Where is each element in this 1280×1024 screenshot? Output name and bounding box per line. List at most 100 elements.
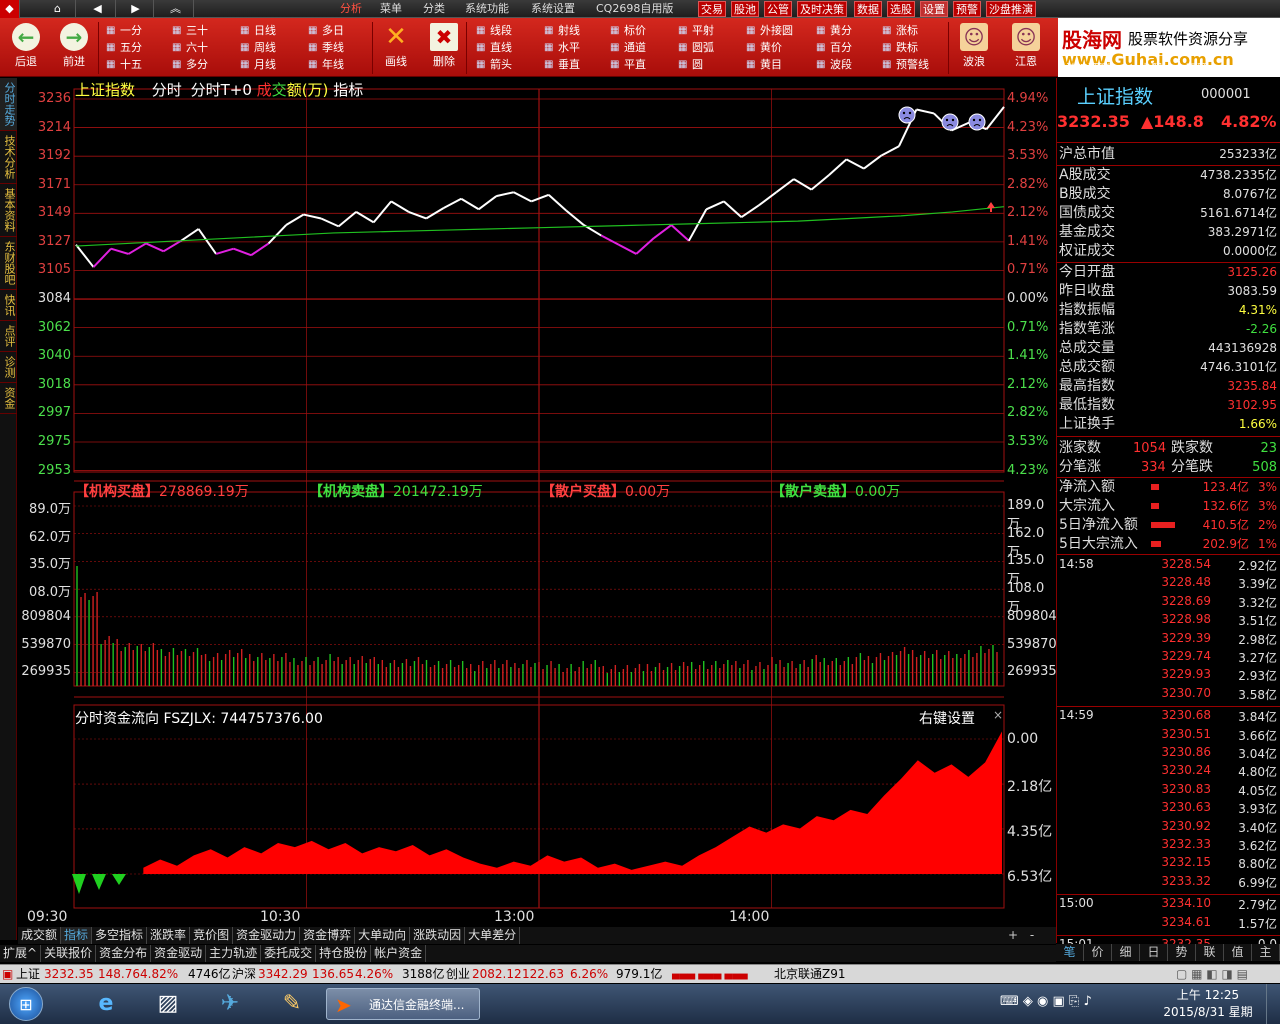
start-orb-icon[interactable]: ⊞ <box>0 987 52 1021</box>
period-2-0[interactable]: 日线 <box>238 22 276 39</box>
indicator-tab-0[interactable]: 成交额 <box>18 927 62 944</box>
indicator-tab-2[interactable]: 多空指标 <box>92 927 148 944</box>
draw-line-button[interactable]: ✕ 画线 <box>376 21 416 75</box>
taskbar-window-tdx[interactable]: ➤ 通达信金融终端... <box>326 988 480 1020</box>
page-down-button[interactable]: 下翻 <box>1186 60 1208 76</box>
tab-decision[interactable]: 及时决策 <box>797 1 847 17</box>
gann-button[interactable]: ☺ 江恩 <box>1000 21 1052 75</box>
period-0-0[interactable]: 一分 <box>104 22 142 39</box>
indicator-tab-8[interactable]: 涨跌动因 <box>410 927 466 944</box>
collapse-icon[interactable]: ︽ <box>158 0 194 18</box>
intraday-chart[interactable] <box>17 78 1055 930</box>
signal-face-icon[interactable] <box>941 113 959 131</box>
tab-data[interactable]: 数据 <box>854 1 882 17</box>
period-3-1[interactable]: 季线 <box>306 39 344 56</box>
draw-tool-2-1[interactable]: 通道 <box>608 39 646 56</box>
tab-trade[interactable]: 交易 <box>698 1 726 17</box>
ext-tab-6[interactable]: 持仓股份 <box>316 945 372 962</box>
draw-tool-2-2[interactable]: 平直 <box>608 56 646 73</box>
close-icon[interactable]: × <box>993 708 1003 722</box>
tab-announcement[interactable]: 公管 <box>764 1 792 17</box>
draw-tool-5-2[interactable]: 波段 <box>814 56 852 73</box>
ext-tab-7[interactable]: 帐户资金 <box>371 945 427 962</box>
draw-tool-2-0[interactable]: 标价 <box>608 22 646 39</box>
draw-tool-0-2[interactable]: 箭头 <box>474 56 512 73</box>
draw-tool-0-1[interactable]: 直线 <box>474 39 512 56</box>
quote-tab-4[interactable]: 势 <box>1168 944 1196 961</box>
draw-tool-4-0[interactable]: 外接圆 <box>744 22 793 39</box>
draw-tool-3-0[interactable]: 平射 <box>676 22 714 39</box>
tab-sandbox[interactable]: 沙盘推演 <box>986 1 1036 17</box>
indicator-tab-3[interactable]: 涨跌率 <box>147 927 191 944</box>
tab-alert[interactable]: 预警 <box>953 1 981 17</box>
quote-tab-3[interactable]: 日 <box>1140 944 1168 961</box>
ext-tab-2[interactable]: 资金分布 <box>96 945 152 962</box>
ext-tab-0[interactable]: 扩展^ <box>0 945 42 962</box>
draw-tool-1-2[interactable]: 垂直 <box>542 56 580 73</box>
ext-tab-5[interactable]: 委托成交 <box>261 945 317 962</box>
quote-tab-2[interactable]: 细 <box>1112 944 1140 961</box>
quote-tab-1[interactable]: 价 <box>1084 944 1112 961</box>
chart-mode-t0[interactable]: 分时T+0 <box>191 81 252 99</box>
period-2-2[interactable]: 月线 <box>238 56 276 73</box>
draw-tool-0-0[interactable]: 线段 <box>474 22 512 39</box>
ext-tab-1[interactable]: 关联报价 <box>41 945 97 962</box>
left-tab-0[interactable]: 分时走势 <box>0 78 17 131</box>
zoom-in-icon[interactable]: + <box>1008 928 1018 942</box>
period-2-1[interactable]: 周线 <box>238 39 276 56</box>
quote-tab-7[interactable]: 主 <box>1252 944 1280 961</box>
period-3-2[interactable]: 年线 <box>306 56 344 73</box>
draw-tool-3-2[interactable]: 圆 <box>676 56 703 73</box>
draw-tool-1-0[interactable]: 射线 <box>542 22 580 39</box>
nav-forward-icon[interactable]: ▶ <box>118 0 154 18</box>
indicator-tab-7[interactable]: 大单动向 <box>355 927 411 944</box>
draw-tool-5-0[interactable]: 黄分 <box>814 22 852 39</box>
qq-app-icon[interactable]: ✈ <box>204 987 256 1021</box>
indicator-tab-1[interactable]: 指标 <box>61 927 93 944</box>
forward-button[interactable]: → 前进 <box>54 21 94 75</box>
nav-back-icon[interactable]: ◀ <box>80 0 116 18</box>
period-0-1[interactable]: 五分 <box>104 39 142 56</box>
quote-tab-5[interactable]: 联 <box>1196 944 1224 961</box>
draw-tool-4-1[interactable]: 黄价 <box>744 39 782 56</box>
signal-face-icon[interactable] <box>898 106 916 124</box>
menu-menu[interactable]: 菜单 <box>380 0 402 18</box>
indicator-tab-5[interactable]: 资金驱动力 <box>233 927 301 944</box>
quote-tab-0[interactable]: 笔 <box>1056 944 1084 961</box>
left-tab-6[interactable]: 诊测 <box>0 352 17 383</box>
left-tab-5[interactable]: 点评 <box>0 321 17 352</box>
tab-settings[interactable]: 设置 <box>920 1 948 17</box>
chart-mode-intraday[interactable]: 分时 <box>152 81 182 99</box>
indicator-tab-4[interactable]: 竞价图 <box>190 927 234 944</box>
ext-tab-3[interactable]: 资金驱动 <box>151 945 207 962</box>
tab-stock-select[interactable]: 选股 <box>887 1 915 17</box>
wave-predict-button[interactable]: 波浪预测 <box>1066 60 1110 76</box>
menu-system-settings[interactable]: 系统设置 <box>531 0 575 18</box>
draw-tool-3-1[interactable]: 圆弧 <box>676 39 714 56</box>
tab-stock-pool[interactable]: 股池 <box>731 1 759 17</box>
left-tab-3[interactable]: 东财股吧 <box>0 237 17 290</box>
draw-tool-5-1[interactable]: 百分 <box>814 39 852 56</box>
left-tab-4[interactable]: 快讯 <box>0 290 17 321</box>
page-up-button[interactable]: 上翻 <box>1140 60 1162 76</box>
period-0-2[interactable]: 十五 <box>104 56 142 73</box>
ie-browser-icon[interactable]: e <box>80 987 132 1021</box>
zoom-out-icon[interactable]: - <box>1030 928 1034 942</box>
draw-tool-4-2[interactable]: 黄目 <box>744 56 782 73</box>
home-icon[interactable]: ⌂ <box>40 0 76 18</box>
draw-tool-6-0[interactable]: 涨标 <box>880 22 918 39</box>
back-button[interactable]: ← 后退 <box>6 21 46 75</box>
indicator-tab-9[interactable]: 大单差分 <box>465 927 521 944</box>
fund-flow-setting[interactable]: 右键设置 <box>919 708 975 728</box>
status-hs-label[interactable]: 沪深 <box>232 965 256 984</box>
menu-version[interactable]: CQ2698自用版 <box>596 0 673 18</box>
quote-tab-6[interactable]: 值 <box>1224 944 1252 961</box>
wave-button[interactable]: ☺ 波浪 <box>954 21 994 75</box>
left-tab-2[interactable]: 基本资料 <box>0 184 17 237</box>
period-1-1[interactable]: 六十 <box>170 39 208 56</box>
signal-face-icon[interactable] <box>968 113 986 131</box>
palette-app-icon[interactable]: ✎ <box>266 987 318 1021</box>
draw-tool-6-1[interactable]: 跌标 <box>880 39 918 56</box>
delete-button[interactable]: ✖ 删除 <box>424 21 464 75</box>
left-tab-1[interactable]: 技术分析 <box>0 131 17 184</box>
